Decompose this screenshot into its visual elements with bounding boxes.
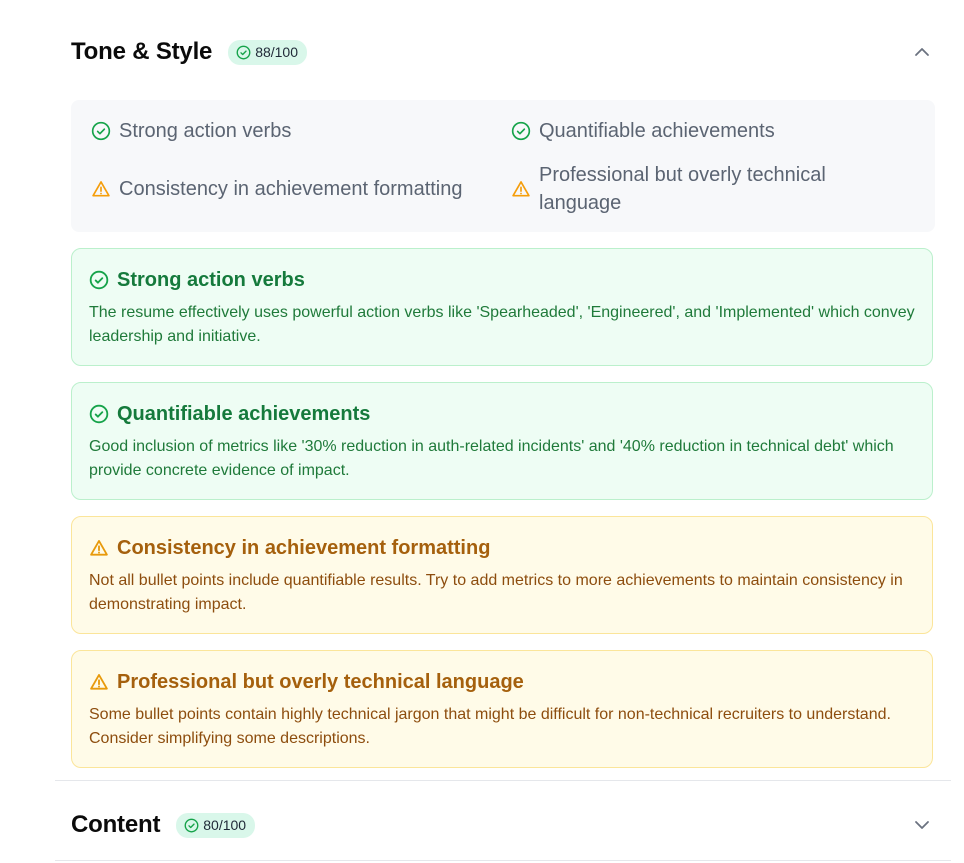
feedback-card: Strong action verbs The resume effective… <box>71 248 933 366</box>
check-circle-icon <box>511 121 531 141</box>
section-title: Tone & Style <box>71 38 213 65</box>
card-body: Good inclusion of metrics like '30% redu… <box>89 438 894 479</box>
section-divider <box>55 780 951 781</box>
check-circle-icon <box>236 45 251 59</box>
check-circle-icon <box>89 270 109 290</box>
chevron-up-icon[interactable] <box>910 40 934 64</box>
card-body: Some bullet points contain highly techni… <box>89 706 891 747</box>
card-title: Consistency in achievement formatting <box>89 535 916 561</box>
summary-item-label: Strong action verbs <box>119 120 292 142</box>
score-value: 88/100 <box>255 44 299 60</box>
section-header-content[interactable]: Content 80/100 <box>71 805 934 845</box>
card-title: Professional but overly technical langua… <box>89 669 916 695</box>
warning-triangle-icon <box>90 540 108 556</box>
card-title: Strong action verbs <box>89 267 916 293</box>
feedback-card: Quantifiable achievements Good inclusion… <box>71 382 933 500</box>
score-badge: 80/100 <box>176 812 256 838</box>
card-title: Quantifiable achievements <box>89 401 916 427</box>
summary-item: Consistency in achievement formatting <box>91 175 463 203</box>
check-circle-icon <box>91 121 111 141</box>
card-title-text: Consistency in achievement formatting <box>117 537 491 559</box>
card-title-text: Strong action verbs <box>117 269 305 291</box>
summary-item-label: Professional but overly technical langua… <box>539 164 826 214</box>
card-body: The resume effectively uses powerful act… <box>89 304 915 345</box>
summary-item-label: Consistency in achievement formatting <box>119 178 463 200</box>
card-body: Not all bullet points include quantifiab… <box>89 572 903 613</box>
summary-item: Quantifiable achievements <box>511 117 775 145</box>
chevron-down-icon[interactable] <box>910 813 934 837</box>
section-divider <box>55 860 951 861</box>
warning-triangle-icon <box>90 674 108 690</box>
section-title: Content <box>71 811 161 838</box>
summary-item-label: Quantifiable achievements <box>539 120 775 142</box>
warning-triangle-icon <box>512 181 530 197</box>
score-value: 80/100 <box>203 817 247 833</box>
warning-triangle-icon <box>92 181 110 197</box>
check-circle-icon <box>184 818 199 832</box>
summary-item: Professional but overly technical langua… <box>511 161 851 217</box>
card-title-text: Quantifiable achievements <box>117 403 371 425</box>
check-circle-icon <box>89 404 109 424</box>
score-badge: 88/100 <box>228 39 308 65</box>
summary-item: Strong action verbs <box>91 117 291 145</box>
feedback-card: Professional but overly technical langua… <box>71 650 933 768</box>
feedback-card: Consistency in achievement formatting No… <box>71 516 933 634</box>
card-title-text: Professional but overly technical langua… <box>117 671 524 693</box>
section-header-tone-style[interactable]: Tone & Style 88/100 <box>71 32 934 72</box>
summary-box: Strong action verbs Quantifiable achieve… <box>71 100 935 232</box>
